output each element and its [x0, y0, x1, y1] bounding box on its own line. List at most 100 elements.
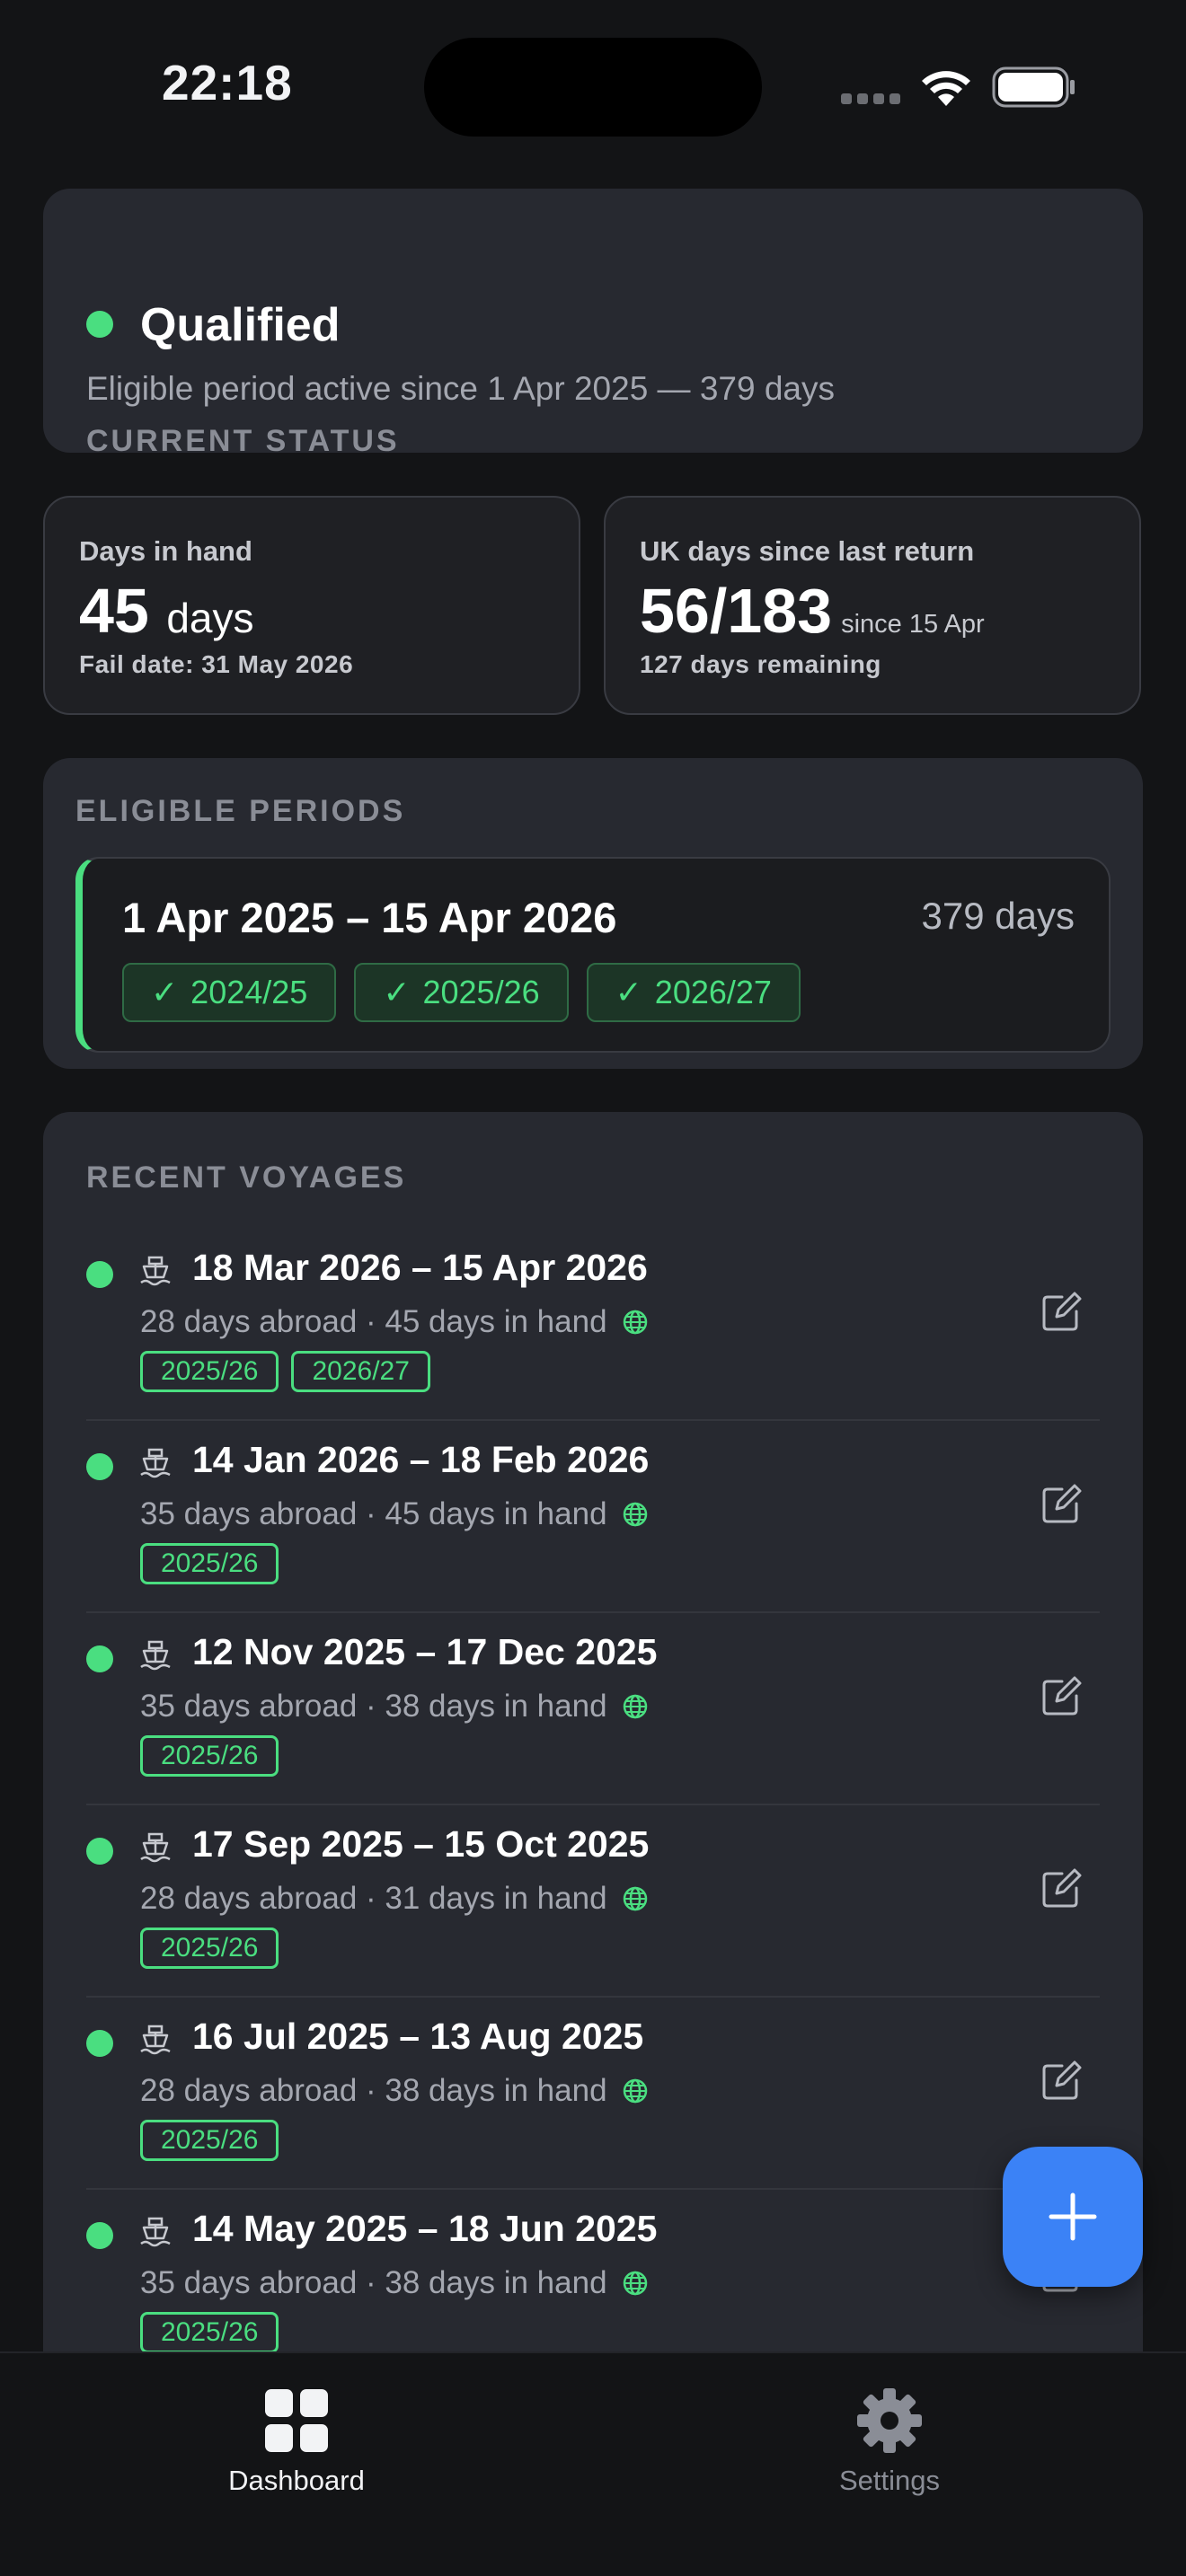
- voyage-summary-text: 35 days abroad · 38 days in hand: [140, 1689, 607, 1724]
- status-indicator-dot: [86, 311, 113, 338]
- voyage-row[interactable]: 16 Jul 2025 – 13 Aug 2025 28 days abroad …: [43, 1998, 1143, 2190]
- tax-year-tag-label: 2024/25: [190, 974, 308, 1010]
- voyage-date-range: 14 Jan 2026 – 18 Feb 2026: [192, 1439, 650, 1480]
- grid-icon: [265, 2389, 328, 2452]
- eligible-periods-label: Eligible Periods: [75, 794, 406, 828]
- voyage-row[interactable]: 14 May 2025 – 18 Jun 2025 35 days abroad …: [43, 2190, 1143, 2369]
- days-in-hand-card: Days in hand 45 days Fail date: 31 May 2…: [43, 496, 580, 715]
- status-bar: 22:18: [0, 0, 1186, 171]
- dynamic-island: [424, 38, 762, 137]
- days-in-hand-unit: days: [166, 595, 254, 641]
- tax-year-tag: 2025/26: [140, 2312, 279, 2353]
- voyage-row[interactable]: 18 Mar 2026 – 15 Apr 2026 28 days abroad …: [43, 1229, 1143, 1421]
- ship-icon: [140, 2025, 171, 2055]
- period-range: 1 Apr 2025 – 15 Apr 2026: [122, 894, 617, 941]
- tab-settings-label: Settings: [838, 2465, 940, 2496]
- tax-year-tags: ✓ 2024/25 ✓ 2025/26 ✓ 2026/27: [122, 963, 801, 1022]
- voyage-status-dot: [86, 1645, 113, 1672]
- edit-icon[interactable]: [1040, 2060, 1082, 2102]
- globe-icon: [623, 1502, 647, 1527]
- check-icon: ✓: [151, 974, 179, 1010]
- recent-voyages-label: Recent Voyages: [86, 1160, 407, 1195]
- tax-year-tag: ✓ 2024/25: [122, 963, 337, 1022]
- days-in-hand-label: Days in hand: [79, 535, 252, 567]
- voyage-tax-years: 2025/26: [140, 2120, 279, 2161]
- status-description: Eligible period active since 1 Apr 2025 …: [86, 370, 836, 407]
- uk-days-remaining: 127 days remaining: [640, 650, 881, 678]
- voyage-tax-years: 2025/26: [140, 1928, 279, 1969]
- gear-icon: [857, 2388, 922, 2453]
- globe-icon: [623, 2078, 647, 2104]
- fail-date: Fail date: 31 May 2026: [79, 650, 354, 678]
- ship-icon: [140, 1640, 171, 1671]
- days-in-hand-number: 45: [79, 576, 149, 646]
- edit-icon[interactable]: [1040, 1292, 1082, 1333]
- tax-year-tag: 2025/26: [140, 1928, 279, 1969]
- uk-days-value: 56/183 since 15 Apr: [640, 575, 985, 647]
- voyage-tax-years: 2025/26: [140, 1543, 279, 1584]
- voyage-summary-text: 35 days abroad · 45 days in hand: [140, 1496, 607, 1531]
- tax-year-tag: 2025/26: [140, 1735, 279, 1777]
- tax-year-tag: 2025/26: [140, 1543, 279, 1584]
- globe-icon: [623, 1694, 647, 1719]
- voyage-row[interactable]: 14 Jan 2026 – 18 Feb 2026 35 days abroad …: [43, 1421, 1143, 1613]
- edit-icon[interactable]: [1040, 1484, 1082, 1525]
- voyage-summary-text: 28 days abroad · 45 days in hand: [140, 1304, 607, 1339]
- edit-icon[interactable]: [1040, 1676, 1082, 1717]
- voyage-status-dot: [86, 1838, 113, 1865]
- voyage-date-range: 16 Jul 2025 – 13 Aug 2025: [192, 2016, 644, 2057]
- voyage-status-dot: [86, 1261, 113, 1288]
- voyage-row[interactable]: 12 Nov 2025 – 17 Dec 2025 35 days abroad …: [43, 1613, 1143, 1805]
- tax-year-tag: ✓ 2025/26: [354, 963, 569, 1022]
- voyage-summary: 35 days abroad · 38 days in hand: [140, 2265, 649, 2301]
- cellular-signal-icon: [841, 93, 902, 106]
- current-status-card: Current Status Qualified Eligible period…: [43, 189, 1143, 458]
- eligible-periods-card: Eligible Periods 1 Apr 2025 – 15 Apr 202…: [43, 758, 1143, 1069]
- voyage-summary: 35 days abroad · 38 days in hand: [140, 1689, 649, 1725]
- voyage-date-range: 12 Nov 2025 – 17 Dec 2025: [192, 1631, 658, 1672]
- ship-icon: [140, 1448, 171, 1478]
- plus-icon: [1049, 2192, 1097, 2241]
- globe-icon: [623, 1310, 647, 1335]
- voyage-tax-years: 2025/26: [140, 1735, 279, 1777]
- check-icon: ✓: [615, 974, 642, 1010]
- tax-year-tag: 2025/26: [140, 1351, 279, 1392]
- recent-voyages-card: Recent Voyages 18 Mar 2026 – 15 Apr 2026…: [43, 1112, 1143, 2369]
- eligible-period-row[interactable]: 1 Apr 2025 – 15 Apr 2026 379 days ✓ 2024/…: [75, 857, 1111, 1053]
- ship-icon: [140, 1256, 171, 1286]
- voyage-status-dot: [86, 1453, 113, 1480]
- uk-days-label: UK days since last return: [640, 535, 975, 567]
- edit-icon[interactable]: [1040, 1868, 1082, 1910]
- battery-icon: [992, 66, 1075, 108]
- status-title: Qualified: [140, 299, 341, 351]
- check-icon: ✓: [383, 974, 411, 1010]
- voyage-status-dot: [86, 2030, 113, 2057]
- voyage-summary: 28 days abroad · 38 days in hand: [140, 2073, 649, 2109]
- period-days: 379 days: [921, 895, 1075, 937]
- voyage-summary-text: 28 days abroad · 38 days in hand: [140, 2073, 607, 2108]
- days-in-hand-value: 45 days: [79, 575, 254, 647]
- voyage-date-range: 14 May 2025 – 18 Jun 2025: [192, 2208, 658, 2249]
- wifi-icon: [922, 71, 970, 106]
- tab-settings[interactable]: Settings: [755, 2371, 1024, 2497]
- voyage-summary-text: 35 days abroad · 38 days in hand: [140, 2265, 607, 2300]
- tax-year-tag: ✓ 2026/27: [586, 963, 801, 1022]
- voyage-tax-years: 2025/26: [140, 2312, 279, 2353]
- tax-year-tag: 2025/26: [140, 2120, 279, 2161]
- tab-bar: Dashboard Settings: [0, 2351, 1186, 2576]
- ship-icon: [140, 2217, 171, 2247]
- uk-days-since: since 15 Apr: [841, 610, 985, 639]
- tax-year-tag-label: 2026/27: [654, 974, 772, 1010]
- voyage-summary: 28 days abroad · 31 days in hand: [140, 1881, 649, 1917]
- tab-dashboard-label: Dashboard: [228, 2465, 365, 2496]
- ship-icon: [140, 1832, 171, 1863]
- add-voyage-button[interactable]: [1003, 2147, 1143, 2287]
- tab-dashboard[interactable]: Dashboard: [162, 2371, 431, 2497]
- globe-icon: [623, 2271, 647, 2296]
- voyage-tax-years: 2025/26 2026/27: [140, 1351, 430, 1392]
- voyage-row[interactable]: 17 Sep 2025 – 15 Oct 2025 28 days abroad …: [43, 1805, 1143, 1998]
- current-status-label: Current Status: [86, 424, 400, 458]
- clock: 22:18: [162, 55, 293, 110]
- voyage-summary-text: 28 days abroad · 31 days in hand: [140, 1881, 607, 1916]
- voyage-date-range: 18 Mar 2026 – 15 Apr 2026: [192, 1247, 648, 1288]
